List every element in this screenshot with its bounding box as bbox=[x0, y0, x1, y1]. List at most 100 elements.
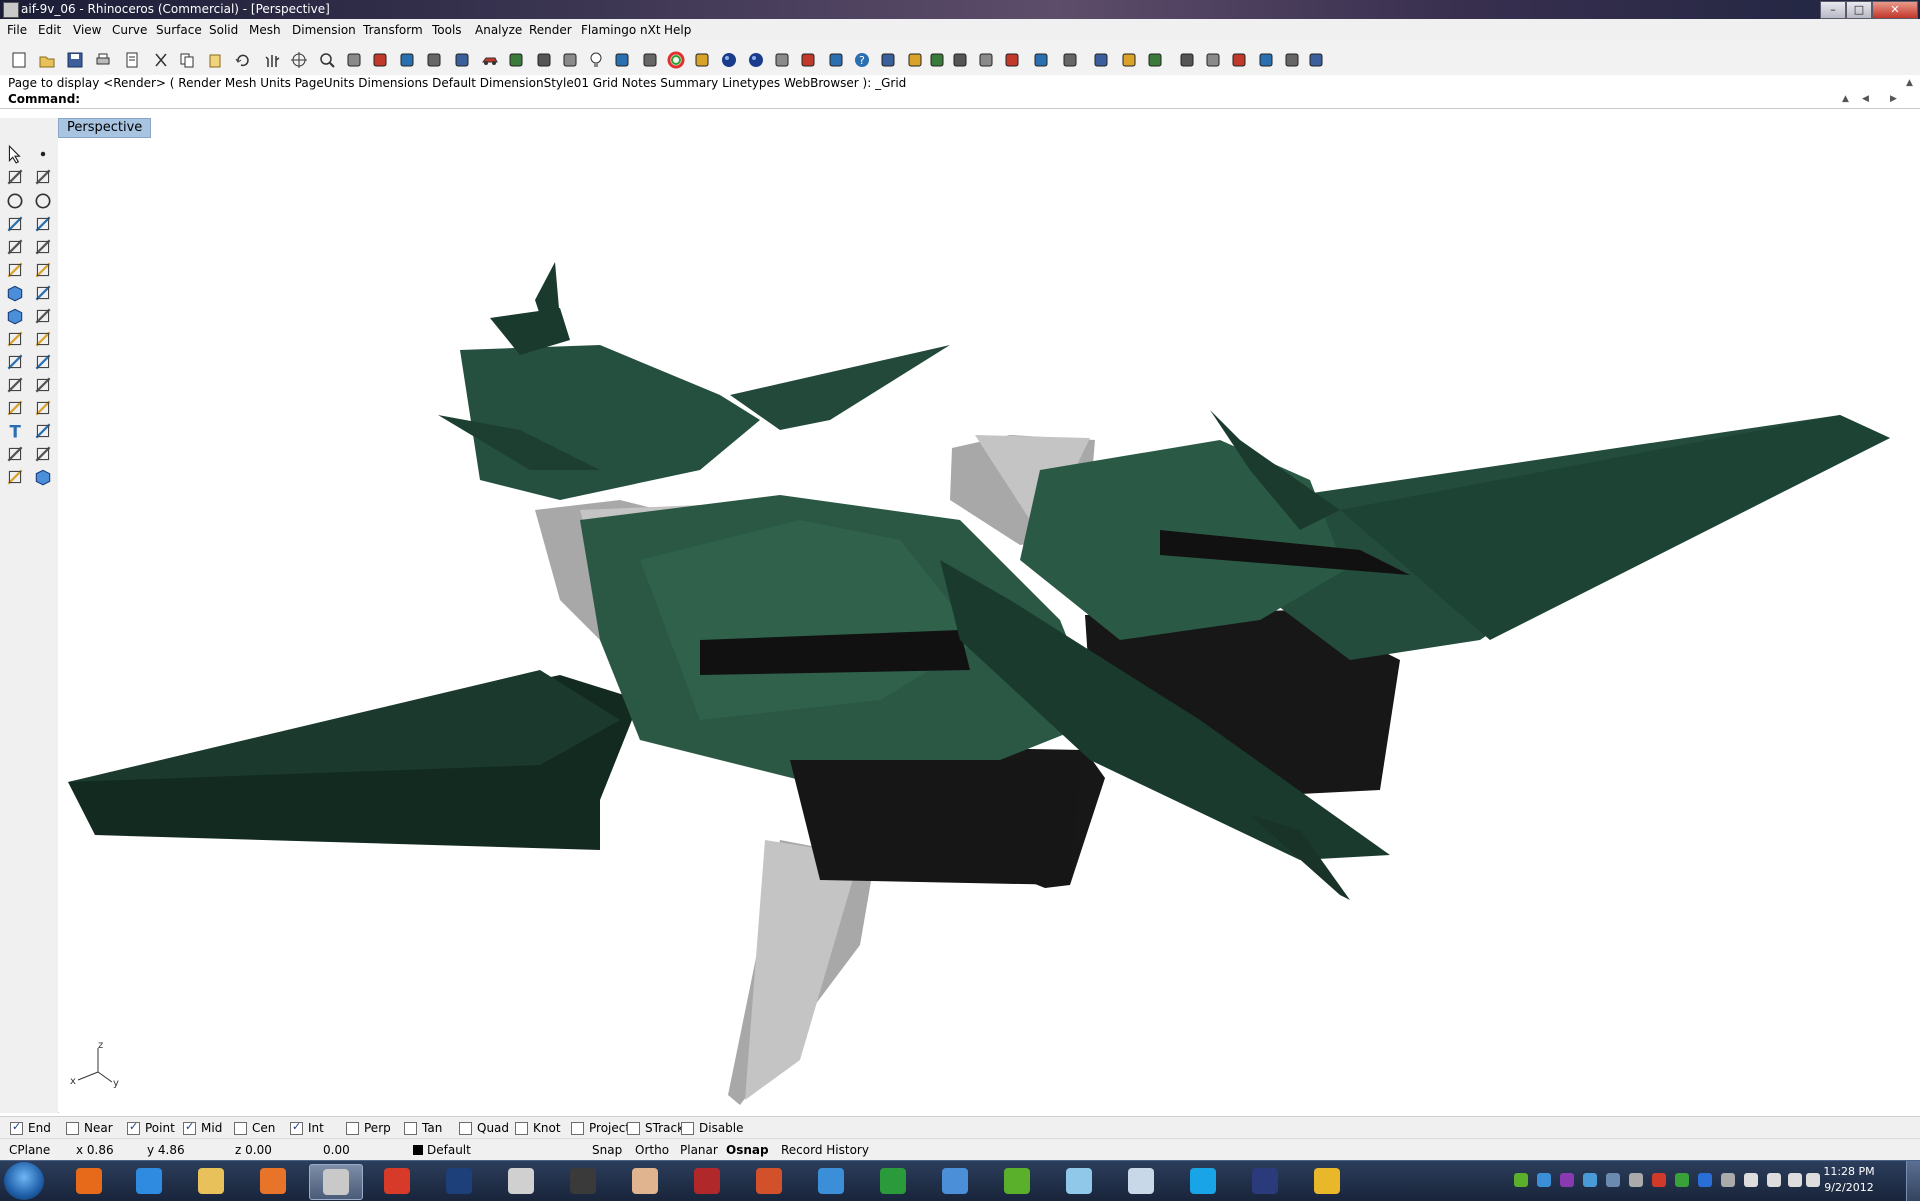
network-icon[interactable] bbox=[1583, 1173, 1597, 1187]
osnap-tan-label: Tan bbox=[422, 1121, 443, 1135]
osnap-strack-label: STrack bbox=[645, 1121, 685, 1135]
speaker-mini-icon[interactable] bbox=[1629, 1173, 1643, 1187]
globe-icon[interactable] bbox=[1537, 1173, 1551, 1187]
skype-taskbar-button[interactable] bbox=[1177, 1164, 1229, 1198]
eye-taskbar-button[interactable] bbox=[1239, 1164, 1291, 1198]
osnap-cen-checkbox[interactable] bbox=[234, 1121, 247, 1135]
osnap-mid[interactable]: Mid bbox=[183, 1120, 222, 1135]
osnap-quad-checkbox[interactable] bbox=[459, 1121, 472, 1135]
osnap-project-checkbox[interactable] bbox=[571, 1121, 584, 1135]
osnap-cen[interactable]: Cen bbox=[234, 1121, 275, 1135]
green-circle-icon[interactable] bbox=[1675, 1173, 1689, 1187]
osnap-near-label: Near bbox=[84, 1121, 113, 1135]
app-red-taskbar-button[interactable] bbox=[681, 1164, 733, 1198]
show-desktop-button[interactable] bbox=[1906, 1161, 1920, 1201]
eye-icon bbox=[1252, 1168, 1278, 1194]
app-red-icon bbox=[694, 1168, 720, 1194]
messenger-icon bbox=[818, 1168, 844, 1194]
nose-top bbox=[460, 345, 760, 500]
status-z-coordinate: z 0.00 bbox=[235, 1143, 272, 1157]
status-planar-toggle[interactable]: Planar bbox=[680, 1143, 718, 1157]
osnap-mid-checkbox[interactable] bbox=[183, 1120, 196, 1135]
sketchup-taskbar-button[interactable] bbox=[371, 1164, 423, 1198]
green-arrow-taskbar-button[interactable] bbox=[867, 1164, 919, 1198]
osnap-tan[interactable]: Tan bbox=[404, 1121, 442, 1135]
osnap-point-label: Point bbox=[145, 1121, 175, 1135]
layer-color-swatch bbox=[413, 1145, 423, 1155]
status-layer[interactable]: Default bbox=[413, 1143, 471, 1157]
status-record-history-toggle[interactable]: Record History bbox=[781, 1143, 869, 1157]
osnap-point[interactable]: Point bbox=[127, 1120, 175, 1135]
osnap-disable[interactable]: Disable bbox=[681, 1121, 744, 1135]
osnap-int-checkbox[interactable] bbox=[290, 1120, 303, 1135]
gear-tray-icon[interactable] bbox=[1721, 1173, 1735, 1187]
notepad-taskbar-button[interactable] bbox=[1053, 1164, 1105, 1198]
green-leaf-icon[interactable] bbox=[1514, 1173, 1528, 1187]
display-icon[interactable] bbox=[1767, 1173, 1781, 1187]
osnap-knot[interactable]: Knot bbox=[515, 1121, 561, 1135]
status-cplane[interactable]: CPlane bbox=[9, 1143, 50, 1157]
bluetooth-icon[interactable] bbox=[1698, 1173, 1712, 1187]
skype-icon bbox=[1190, 1168, 1216, 1194]
status-snap-toggle[interactable]: Snap bbox=[592, 1143, 622, 1157]
calculator-taskbar-button[interactable] bbox=[1115, 1164, 1167, 1198]
osnap-disable-label: Disable bbox=[699, 1121, 744, 1135]
osnap-strack-checkbox[interactable] bbox=[627, 1121, 640, 1135]
media-player-icon bbox=[260, 1168, 286, 1194]
rhino-taskbar-button[interactable] bbox=[309, 1164, 363, 1200]
steam-icon bbox=[570, 1168, 596, 1194]
status-osnap-toggle[interactable]: Osnap bbox=[726, 1143, 769, 1157]
flag-icon[interactable] bbox=[1744, 1173, 1758, 1187]
osnap-strack[interactable]: STrack bbox=[627, 1121, 684, 1135]
clock[interactable]: 11:28 PM 9/2/2012 bbox=[1814, 1164, 1884, 1196]
osnap-near[interactable]: Near bbox=[66, 1121, 113, 1135]
osnap-perp-label: Perp bbox=[364, 1121, 391, 1135]
photoshop-taskbar-button[interactable] bbox=[433, 1164, 485, 1198]
world-axis-icon: z x y bbox=[70, 1040, 119, 1089]
onenote-icon[interactable] bbox=[1560, 1173, 1574, 1187]
osnap-project-label: Project bbox=[589, 1121, 631, 1135]
osnap-int[interactable]: Int bbox=[290, 1120, 324, 1135]
signal-icon[interactable] bbox=[1788, 1173, 1802, 1187]
steam-taskbar-button[interactable] bbox=[557, 1164, 609, 1198]
osnap-end-label: End bbox=[28, 1121, 51, 1135]
osnap-point-checkbox[interactable] bbox=[127, 1120, 140, 1135]
firefox-taskbar-button[interactable] bbox=[63, 1164, 115, 1198]
red-circle-icon[interactable] bbox=[1652, 1173, 1666, 1187]
nose-upper-fin bbox=[730, 345, 950, 430]
osnap-end[interactable]: End bbox=[10, 1120, 51, 1135]
zbrush-icon bbox=[508, 1168, 534, 1194]
hand-tool-taskbar-button[interactable] bbox=[619, 1164, 671, 1198]
model-faces bbox=[68, 262, 1890, 1105]
sketchup-icon bbox=[384, 1168, 410, 1194]
monitor-icon[interactable] bbox=[1606, 1173, 1620, 1187]
notepad-icon bbox=[1066, 1168, 1092, 1194]
dreamweaver-icon bbox=[1004, 1168, 1030, 1194]
osnap-perp[interactable]: Perp bbox=[346, 1121, 391, 1135]
osnap-tan-checkbox[interactable] bbox=[404, 1121, 417, 1135]
osnap-disable-checkbox[interactable] bbox=[681, 1121, 694, 1135]
start-button[interactable] bbox=[4, 1162, 44, 1200]
center-lower-dark bbox=[790, 760, 1080, 885]
osnap-project[interactable]: Project bbox=[571, 1121, 630, 1135]
osnap-quad[interactable]: Quad bbox=[459, 1121, 509, 1135]
internet-explorer-icon bbox=[136, 1168, 162, 1194]
status-ortho-toggle[interactable]: Ortho bbox=[635, 1143, 669, 1157]
zbrush-taskbar-button[interactable] bbox=[495, 1164, 547, 1198]
media-player-taskbar-button[interactable] bbox=[247, 1164, 299, 1198]
colored-cubes-taskbar-button[interactable] bbox=[929, 1164, 981, 1198]
osnap-end-checkbox[interactable] bbox=[10, 1120, 23, 1135]
messenger-taskbar-button[interactable] bbox=[805, 1164, 857, 1198]
dreamweaver-taskbar-button[interactable] bbox=[991, 1164, 1043, 1198]
internet-explorer-taskbar-button[interactable] bbox=[123, 1164, 175, 1198]
osnap-int-label: Int bbox=[308, 1121, 324, 1135]
osnap-cen-label: Cen bbox=[252, 1121, 276, 1135]
powerpoint-taskbar-button[interactable] bbox=[743, 1164, 795, 1198]
notes-taskbar-button[interactable] bbox=[1301, 1164, 1353, 1198]
osnap-near-checkbox[interactable] bbox=[66, 1121, 79, 1135]
osnap-perp-checkbox[interactable] bbox=[346, 1121, 359, 1135]
osnap-knot-checkbox[interactable] bbox=[515, 1121, 528, 1135]
spaceship-model bbox=[68, 262, 1890, 1105]
rhino-icon bbox=[323, 1169, 349, 1195]
folder-taskbar-button[interactable] bbox=[185, 1164, 237, 1198]
